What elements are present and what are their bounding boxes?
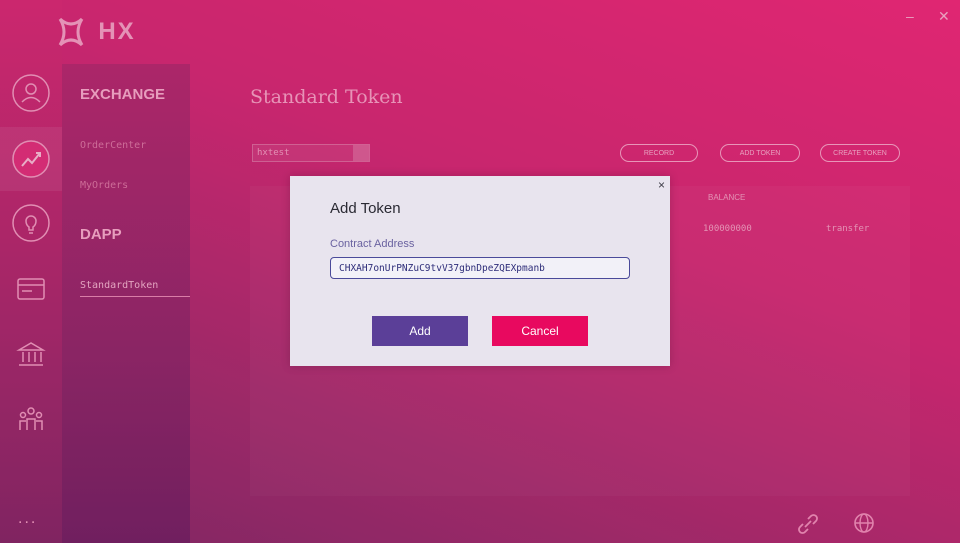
- contract-address-label: Contract Address: [330, 238, 415, 250]
- close-icon[interactable]: ×: [658, 178, 665, 192]
- add-token-dialog: × Add Token Contract Address Add Cancel: [290, 176, 670, 366]
- add-button[interactable]: Add: [372, 316, 468, 346]
- contract-address-input[interactable]: [330, 257, 630, 279]
- dialog-title: Add Token: [330, 200, 401, 217]
- cancel-button[interactable]: Cancel: [492, 316, 588, 346]
